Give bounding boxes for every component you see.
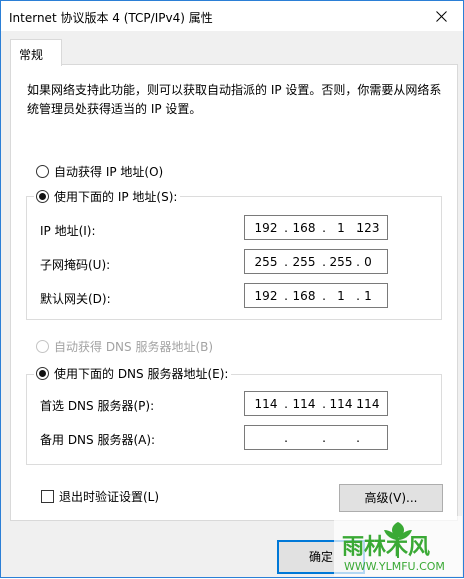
ip-octet-2: 168	[292, 289, 316, 303]
alternate-dns-field[interactable]: . . .	[244, 425, 388, 450]
tab-general-label: 常规	[19, 48, 44, 62]
properties-dialog: Internet 协议版本 4 (TCP/IPv4) 属性 常规 如果网络支持此…	[0, 0, 464, 578]
auto-ip-radio[interactable]: 自动获得 IP 地址(O)	[36, 163, 163, 180]
ip-octet-1: 255	[254, 255, 278, 269]
ip-dot: .	[322, 431, 326, 445]
alternate-dns-label: 备用 DNS 服务器(A):	[40, 433, 156, 447]
manual-dns-radio-circle	[36, 367, 49, 380]
ip-address-field[interactable]: 192 . 168 . 1 . 123	[244, 215, 388, 240]
watermark-logo: 雨林木风 WWW.YLMFU.COM	[334, 516, 462, 576]
auto-dns-radio-circle	[36, 340, 49, 353]
watermark-text: 雨林木风	[342, 535, 430, 560]
validate-on-exit-label: 退出时验证设置(L)	[59, 490, 160, 504]
manual-dns-radio[interactable]: 使用下面的 DNS 服务器地址(E):	[34, 365, 232, 382]
ip-octet-4: 1	[364, 289, 372, 303]
manual-dns-group	[26, 374, 442, 465]
auto-ip-radio-label: 自动获得 IP 地址(O)	[54, 165, 164, 179]
validate-on-exit-checkbox[interactable]: 退出时验证设置(L)	[41, 488, 159, 505]
ip-octet-2: 168	[292, 221, 316, 235]
manual-ip-radio[interactable]: 使用下面的 IP 地址(S):	[34, 188, 181, 205]
window-title: Internet 协议版本 4 (TCP/IPv4) 属性	[9, 11, 213, 25]
ok-button-label: 确定	[308, 550, 333, 564]
auto-ip-radio-circle	[36, 165, 49, 178]
default-gateway-field[interactable]: 192 . 168 . 1 . 1	[244, 283, 388, 308]
ip-octet-4: 0	[364, 255, 372, 269]
auto-dns-radio[interactable]: 自动获得 DNS 服务器地址(B)	[36, 338, 213, 355]
ip-octet-1: 114	[254, 397, 278, 411]
ip-octet-1: 192	[254, 221, 278, 235]
watermark-url: WWW.YLMFU.COM	[344, 560, 445, 573]
validate-on-exit-checkbox-box	[41, 490, 54, 503]
preferred-dns-field[interactable]: 114 . 114 . 114 . 114	[244, 391, 388, 416]
description-text: 如果网络支持此功能，则可以获取自动指派的 IP 设置。否则，你需要从网络系统管理…	[27, 83, 442, 116]
ip-octet-4: 114	[356, 397, 380, 411]
preferred-dns-label: 首选 DNS 服务器(P):	[40, 399, 155, 413]
tab-general[interactable]: 常规	[10, 39, 62, 66]
default-gateway-label: 默认网关(D):	[40, 292, 111, 306]
manual-ip-radio-circle	[36, 190, 49, 203]
subnet-mask-label: 子网掩码(U):	[40, 258, 111, 272]
ip-octet-1: 192	[254, 289, 278, 303]
close-button[interactable]	[419, 1, 463, 31]
ip-dot: .	[356, 431, 360, 445]
manual-ip-radio-label: 使用下面的 IP 地址(S):	[54, 190, 178, 204]
title-bar: Internet 协议版本 4 (TCP/IPv4) 属性	[1, 1, 463, 31]
ip-address-label: IP 地址(I):	[40, 224, 96, 238]
ip-octet-2: 114	[292, 397, 316, 411]
ip-octet-4: 123	[356, 221, 380, 235]
auto-dns-radio-label: 自动获得 DNS 服务器地址(B)	[54, 340, 214, 354]
ip-dot: .	[284, 431, 288, 445]
site-watermark: 雨林木风 WWW.YLMFU.COM	[334, 516, 462, 576]
subnet-mask-field[interactable]: 255 . 255 . 255 . 0	[244, 249, 388, 274]
manual-dns-radio-label: 使用下面的 DNS 服务器地址(E):	[54, 367, 229, 381]
advanced-button-label: 高级(V)...	[364, 491, 418, 505]
close-icon	[436, 11, 447, 22]
ip-octet-2: 255	[292, 255, 316, 269]
advanced-button[interactable]: 高级(V)...	[339, 484, 443, 512]
